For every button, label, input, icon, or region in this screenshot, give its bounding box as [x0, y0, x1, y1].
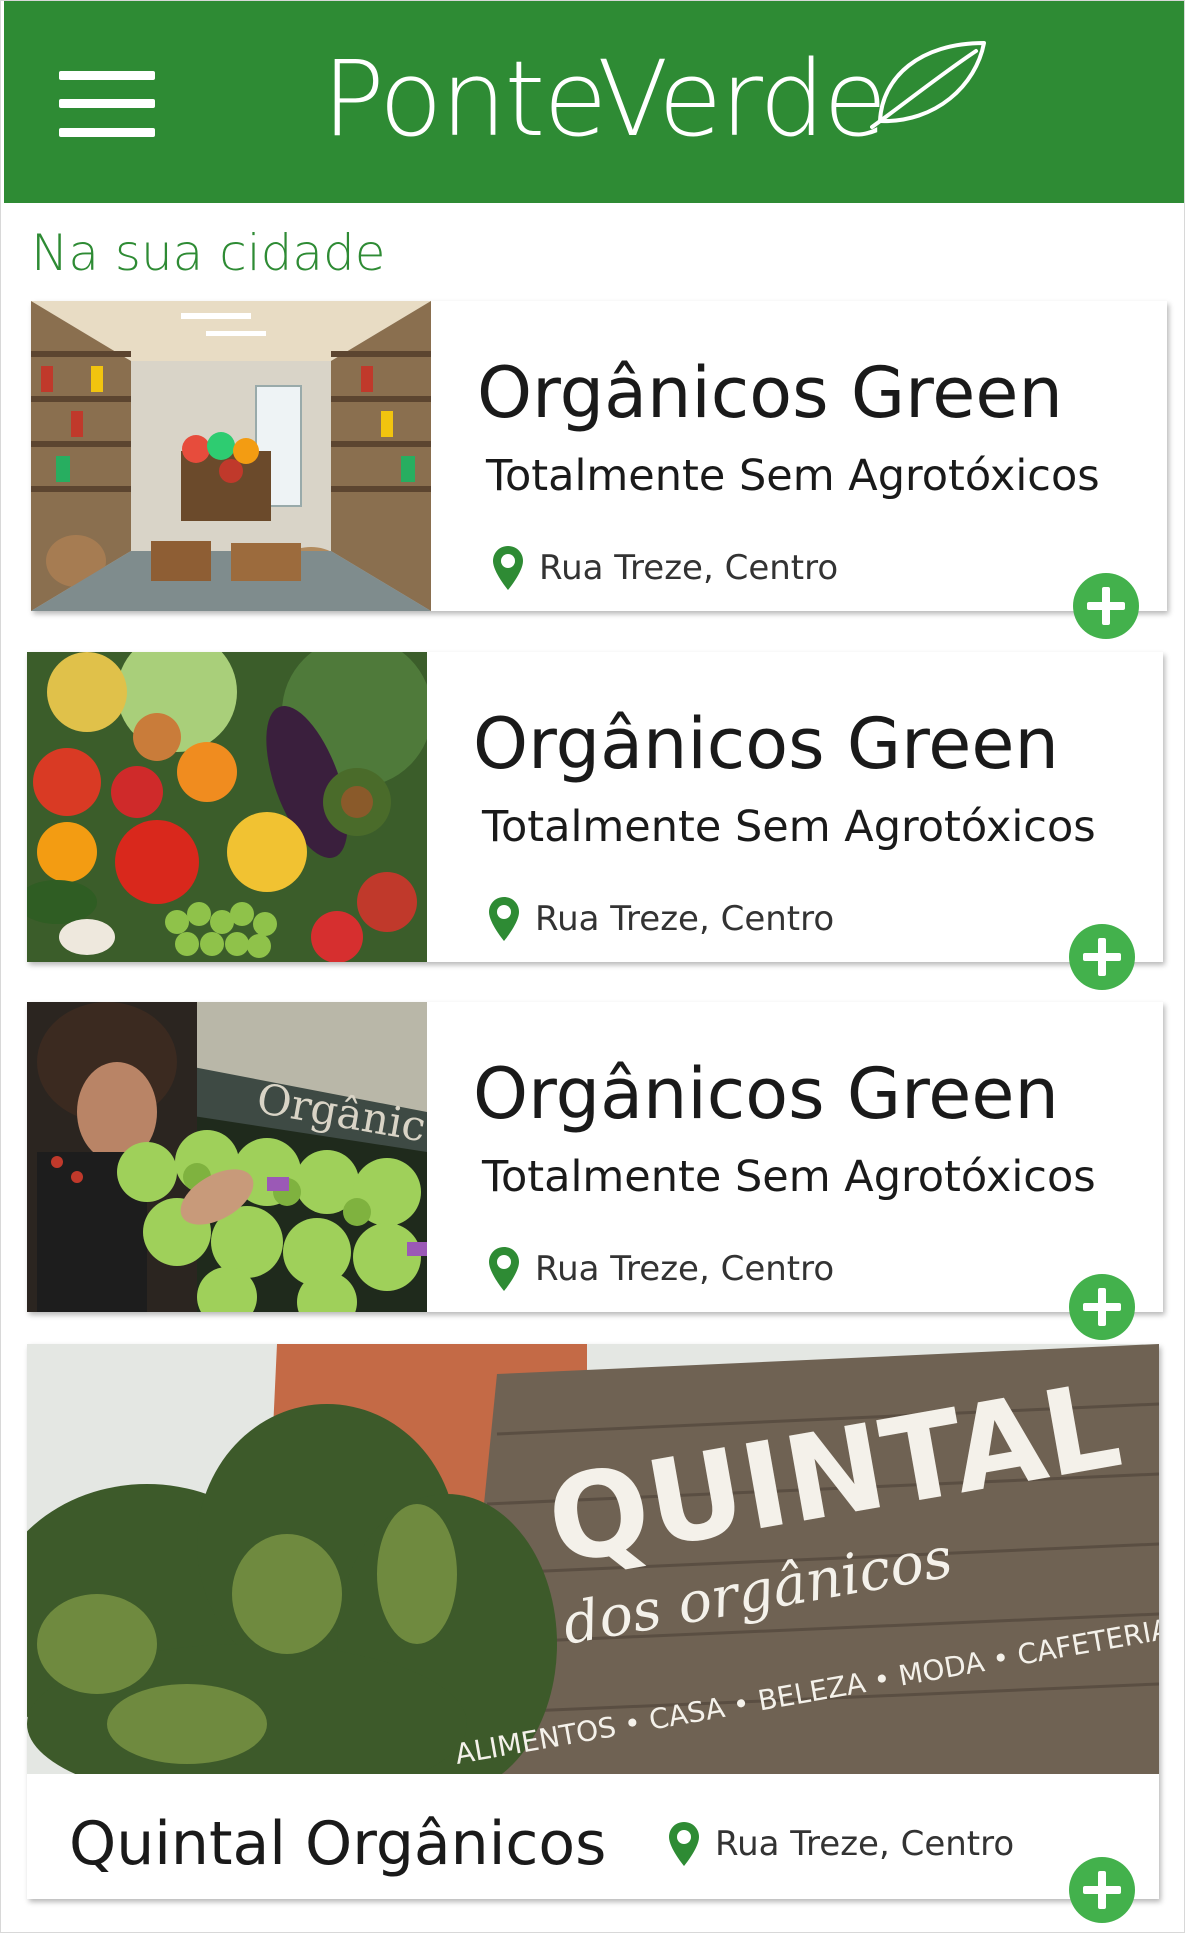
store-address: Rua Treze, Centro [487, 894, 834, 944]
store-tagline: Totalmente Sem Agrotóxicos [482, 1152, 1096, 1202]
store-tagline: Totalmente Sem Agrotóxicos [482, 802, 1096, 852]
featured-store-address: Rua Treze, Centro [667, 1814, 1014, 1874]
map-pin-icon [493, 546, 523, 590]
store-address: Rua Treze, Centro [491, 543, 838, 593]
app-header: PonteVerde [4, 1, 1184, 203]
store-card[interactable]: Orgânic Orgânicos Green Totalmente Sem A… [27, 1002, 1163, 1312]
map-pin-icon [489, 1247, 519, 1291]
app-title: PonteVerde [322, 38, 887, 160]
add-store-button[interactable] [1073, 573, 1139, 639]
store-card[interactable]: Orgânicos Green Totalmente Sem Agrotóxic… [31, 301, 1167, 611]
address-text: Rua Treze, Centro [535, 1249, 835, 1289]
add-store-button[interactable] [1069, 924, 1135, 990]
address-text: Rua Treze, Centro [715, 1824, 1015, 1864]
add-store-button[interactable] [1069, 1857, 1135, 1923]
leaf-icon [870, 41, 986, 129]
section-title: Na sua cidade [31, 224, 386, 282]
produce-shelf-photo: Orgânic [27, 1002, 427, 1312]
featured-store-name: Quintal Orgânicos [69, 1809, 607, 1879]
quintal-storefront-photo: QUINTAL dos orgânicos ALIMENTOS • CASA •… [27, 1344, 1159, 1774]
store-interior-photo [31, 301, 431, 611]
map-pin-icon [669, 1822, 699, 1866]
store-tagline: Totalmente Sem Agrotóxicos [486, 451, 1100, 501]
featured-store-card[interactable]: QUINTAL dos orgânicos ALIMENTOS • CASA •… [27, 1344, 1159, 1899]
store-card[interactable]: Orgânicos Green Totalmente Sem Agrotóxic… [27, 652, 1163, 962]
vegetables-photo [27, 652, 427, 962]
add-store-button[interactable] [1069, 1274, 1135, 1340]
store-name: Orgânicos Green [477, 352, 1063, 434]
map-pin-icon [489, 897, 519, 941]
app-screen: PonteVerde Na sua cidade Orgânicos Green… [0, 0, 1185, 1933]
hamburger-menu-icon[interactable] [59, 71, 155, 137]
address-text: Rua Treze, Centro [535, 899, 835, 939]
store-name: Orgânicos Green [473, 1053, 1059, 1135]
store-name: Orgânicos Green [473, 703, 1059, 785]
store-address: Rua Treze, Centro [487, 1244, 834, 1294]
address-text: Rua Treze, Centro [539, 548, 839, 588]
